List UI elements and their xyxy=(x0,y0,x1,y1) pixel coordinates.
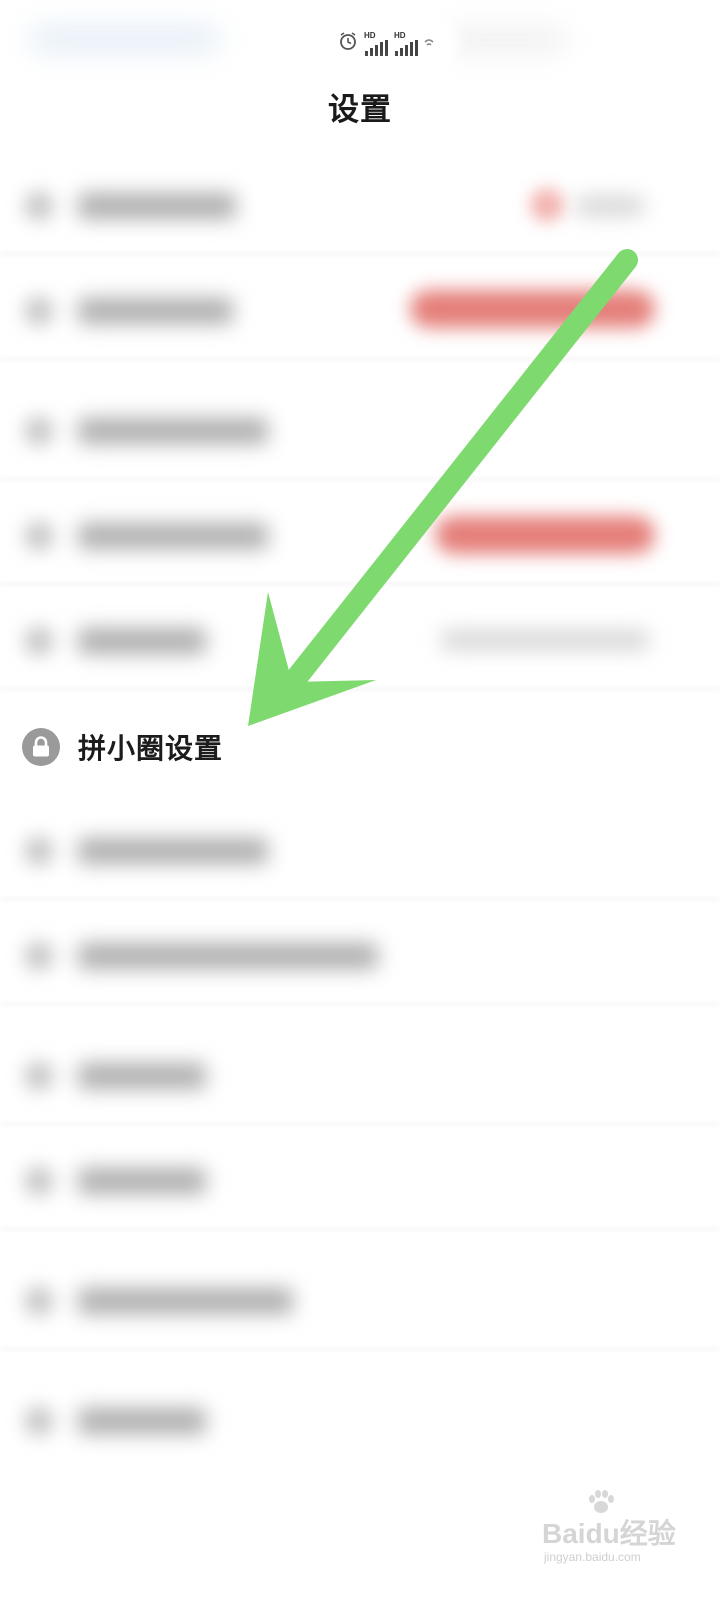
settings-list xyxy=(0,0,720,1600)
blurred-icon xyxy=(24,626,54,656)
blurred-red-dot xyxy=(530,188,564,222)
settings-row-blurred[interactable] xyxy=(0,380,720,480)
blurred-label xyxy=(78,1288,293,1314)
blurred-icon xyxy=(24,1061,54,1091)
divider xyxy=(0,478,720,480)
blurred-icon xyxy=(24,416,54,446)
blurred-label xyxy=(78,523,268,549)
divider xyxy=(0,1228,720,1230)
blurred-label xyxy=(78,193,236,219)
blurred-label xyxy=(78,838,268,864)
blurred-label xyxy=(78,943,378,969)
divider xyxy=(0,1123,720,1125)
lock-icon xyxy=(22,728,60,766)
settings-row-blurred[interactable] xyxy=(0,800,720,900)
divider xyxy=(0,1348,720,1350)
settings-row-blurred[interactable] xyxy=(0,1130,720,1230)
settings-row-blurred[interactable] xyxy=(0,1025,720,1125)
blurred-icon xyxy=(24,836,54,866)
blurred-label xyxy=(78,1168,206,1194)
blurred-icon xyxy=(24,521,54,551)
blurred-label xyxy=(78,1408,206,1434)
settings-item-label: 拼小圈设置 xyxy=(78,733,224,764)
divider xyxy=(0,358,720,360)
blurred-label xyxy=(78,298,233,324)
blurred-icon xyxy=(24,1286,54,1316)
settings-row-blurred[interactable] xyxy=(0,1250,720,1350)
blurred-value xyxy=(440,630,650,650)
divider xyxy=(0,898,720,900)
divider xyxy=(0,688,720,690)
settings-item-pinxiaoquan[interactable]: 拼小圈设置 xyxy=(22,727,223,767)
watermark: Baidu经验 jingyan.baidu.com xyxy=(538,1490,708,1580)
watermark-main: Baidu经验 xyxy=(542,1518,676,1549)
divider xyxy=(0,253,720,255)
blurred-icon xyxy=(24,1406,54,1436)
blurred-icon xyxy=(24,941,54,971)
blurred-label xyxy=(78,628,206,654)
settings-row-blurred[interactable] xyxy=(0,1370,720,1470)
blurred-value xyxy=(575,196,645,216)
divider xyxy=(0,583,720,585)
divider xyxy=(0,1003,720,1005)
baidu-paw-icon xyxy=(589,1490,614,1513)
settings-row-blurred[interactable] xyxy=(0,905,720,1005)
blurred-icon xyxy=(24,191,54,221)
blurred-red-button[interactable] xyxy=(435,516,655,554)
blurred-icon xyxy=(24,1166,54,1196)
watermark-sub: jingyan.baidu.com xyxy=(544,1550,641,1564)
blurred-label xyxy=(78,1063,206,1089)
blurred-red-button[interactable] xyxy=(410,290,655,328)
blurred-label xyxy=(78,418,268,444)
blurred-icon xyxy=(24,296,54,326)
